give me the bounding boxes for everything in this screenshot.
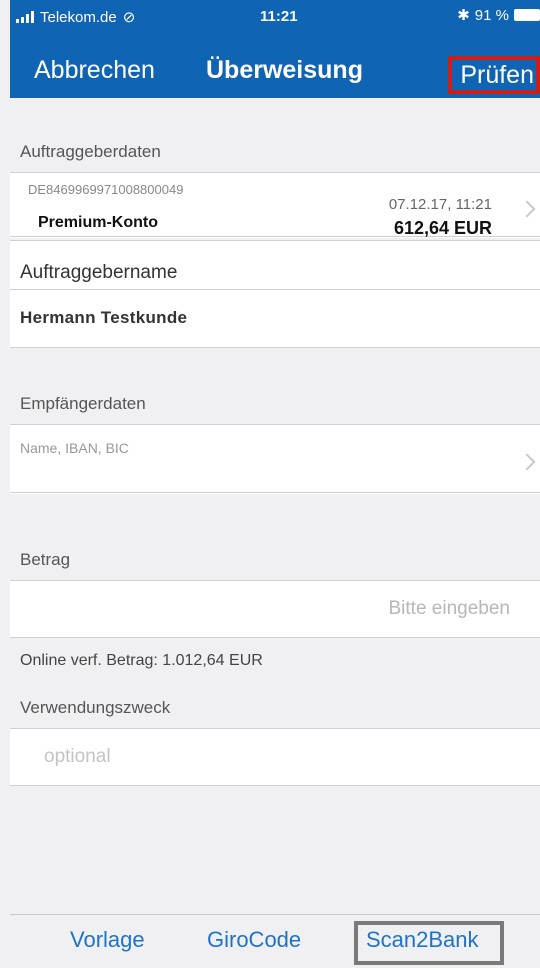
status-time: 11:21: [260, 8, 298, 25]
nav-bar: Abbrechen Überweisung Prüfen: [10, 48, 540, 94]
check-button[interactable]: Prüfen: [448, 56, 540, 94]
battery-percent: 91 %: [474, 6, 509, 24]
transfer-form: Auftraggeberdaten DE8469969971008800049 …: [10, 98, 540, 940]
sender-section-label: Auftraggeberdaten: [20, 142, 161, 161]
sender-date-time: 07.12.17, 11:21: [388, 196, 492, 213]
app-screen: Telekom.de ⊘ 11:21 ✱ 91 % Abbrechen Über…: [0, 0, 540, 968]
sender-balance: 612,64 EUR: [393, 218, 492, 238]
purpose-placeholder: optional: [44, 746, 111, 767]
carrier-info: Telekom.de ⊘: [16, 8, 135, 26]
bottom-toolbar: Vorlage GiroCode Scan2Bank: [10, 914, 540, 968]
sync-icon: ⊘: [122, 9, 136, 26]
recipient-placeholder: Name, IBAN, BIC: [20, 440, 129, 456]
top-bar: Telekom.de ⊘ 11:21 ✱ 91 % Abbrechen Über…: [10, 0, 540, 98]
signal-icon: [16, 11, 34, 23]
sender-account-name: Premium-Konto: [38, 214, 158, 231]
amount-placeholder: Bitte eingeben: [388, 598, 511, 619]
online-verified-amount: Online verf. Betrag: 1.012,64 EUR: [20, 652, 263, 669]
sender-name-block: [10, 240, 540, 348]
sender-name-value: Hermann Testkunde: [20, 308, 188, 327]
bluetooth-icon: ✱: [457, 7, 470, 24]
page-title: Überweisung: [206, 56, 363, 84]
status-bar: Telekom.de ⊘ 11:21 ✱ 91 %: [10, 0, 540, 30]
template-button[interactable]: Vorlage: [70, 927, 145, 953]
girocode-button[interactable]: GiroCode: [207, 927, 301, 953]
cancel-button[interactable]: Abbrechen: [34, 56, 155, 85]
battery-icon: [514, 9, 540, 21]
recipient-field[interactable]: [10, 424, 540, 494]
carrier-label: Telekom.de: [40, 8, 117, 26]
amount-section-label: Betrag: [20, 550, 71, 569]
purpose-section-label: Verwendungszweck: [20, 698, 171, 717]
scan2bank-button[interactable]: Scan2Bank: [366, 927, 479, 953]
sender-iban: DE8469969971008800049: [28, 182, 184, 197]
recipient-section-label: Empfängerdaten: [20, 394, 146, 413]
battery-info: ✱ 91 %: [457, 6, 540, 24]
sender-name-label: Auftraggebername: [20, 262, 178, 283]
